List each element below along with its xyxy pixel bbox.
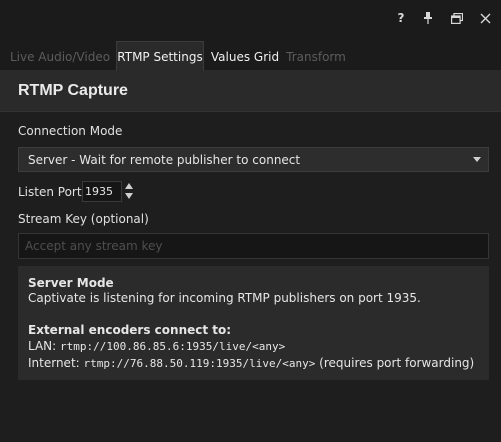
chevron-down-icon [473, 157, 481, 162]
spin-up-icon[interactable] [125, 183, 133, 189]
section-header: RTMP Capture [0, 71, 501, 112]
listen-port-stepper[interactable] [124, 181, 134, 202]
close-icon[interactable] [475, 8, 495, 28]
tab-live-audio-video[interactable]: Live Audio/Video [10, 42, 110, 71]
stream-key-input[interactable]: Accept any stream key [18, 233, 489, 259]
tab-label: Live Audio/Video [9, 49, 111, 64]
stream-key-placeholder: Accept any stream key [25, 239, 163, 253]
connection-mode-label: Connection Mode [18, 124, 123, 138]
panel-titlebar: ? [0, 0, 501, 35]
tab-label: Transform [286, 49, 346, 64]
help-glyph: ? [397, 11, 405, 25]
lan-url: rtmp://100.86.85.6:1935/live/<any> [60, 340, 286, 353]
pin-icon[interactable] [418, 8, 438, 28]
listen-port-value: 1935 [85, 185, 113, 198]
tab-rtmp-settings[interactable]: RTMP Settings [116, 41, 204, 71]
internet-note: (requires port forwarding) [319, 356, 475, 370]
internet-label: Internet: [28, 356, 80, 370]
listen-port-label: Listen Port [18, 185, 82, 199]
encoders-heading: External encoders connect to: [28, 323, 232, 337]
tab-label: RTMP Settings [117, 49, 203, 64]
tab-transform[interactable]: Transform [284, 42, 348, 71]
help-icon[interactable]: ? [391, 8, 411, 28]
internet-url: rtmp://76.88.50.119:1935/live/<any> [83, 357, 316, 370]
section-title: RTMP Capture [18, 82, 128, 99]
connection-mode-value: Server - Wait for remote publisher to co… [28, 152, 301, 167]
lan-label: LAN: [28, 339, 57, 353]
lan-line: LAN: rtmp://100.86.85.6:1935/live/<any> [28, 339, 285, 353]
internet-line: Internet: rtmp://76.88.50.119:1935/live/… [28, 356, 474, 370]
listen-port-input[interactable]: 1935 [82, 181, 122, 202]
tab-values-grid[interactable]: Values Grid [209, 42, 281, 71]
stream-key-label: Stream Key (optional) [18, 212, 149, 226]
tab-label: Values Grid [210, 49, 280, 64]
spin-down-icon[interactable] [125, 193, 133, 199]
info-description: Captivate is listening for incoming RTMP… [28, 291, 421, 305]
tab-bar: Live Audio/Video RTMP Settings Values Gr… [0, 35, 501, 71]
restore-window-icon[interactable] [447, 8, 467, 28]
server-info-box: Server Mode Captivate is listening for i… [18, 266, 489, 380]
connection-mode-select[interactable]: Server - Wait for remote publisher to co… [18, 147, 489, 172]
info-heading: Server Mode [28, 276, 114, 290]
